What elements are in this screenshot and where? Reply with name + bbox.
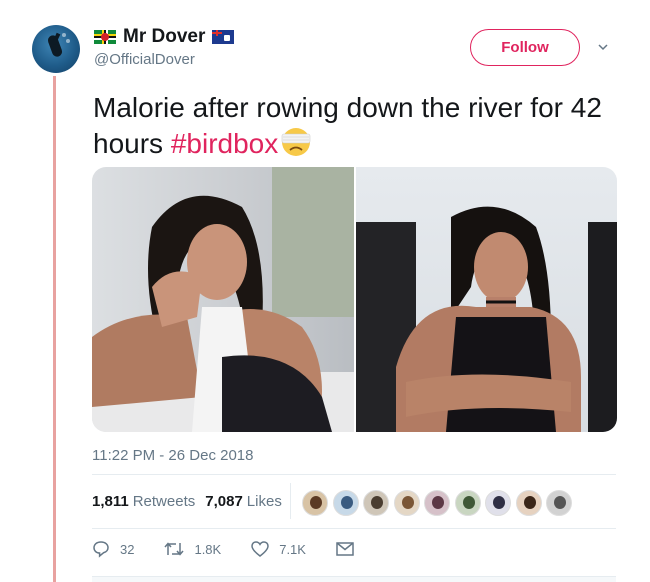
liker-avatar[interactable] bbox=[302, 490, 328, 516]
likes-count[interactable]: 7,087 bbox=[205, 493, 243, 510]
reply-button[interactable]: 32 bbox=[92, 540, 134, 558]
retweet-button[interactable]: 1.8K bbox=[164, 541, 221, 557]
photo-right[interactable] bbox=[356, 167, 617, 432]
engagement-stats: 1,811 Retweets 7,087 Likes bbox=[92, 493, 292, 510]
hashtag-link[interactable]: #birdbox bbox=[171, 128, 278, 159]
action-bar: 32 1.8K 7.1K bbox=[92, 540, 394, 558]
reply-box[interactable] bbox=[92, 576, 616, 582]
montserrat-flag-icon bbox=[212, 30, 235, 44]
stats-divider bbox=[290, 483, 291, 519]
avatar[interactable] bbox=[32, 25, 80, 73]
photo-left-illustration bbox=[92, 167, 354, 432]
likes-label[interactable]: Likes bbox=[247, 493, 282, 510]
liker-avatar-face bbox=[523, 496, 536, 509]
author-name-row[interactable]: Mr Dover bbox=[94, 25, 235, 49]
liker-avatar-face bbox=[554, 496, 566, 509]
thread-line bbox=[53, 76, 56, 582]
liker-avatar-face bbox=[401, 496, 414, 509]
liker-avatar-face bbox=[340, 496, 353, 509]
liker-avatar[interactable] bbox=[393, 490, 420, 516]
retweets-label[interactable]: Retweets bbox=[133, 493, 196, 510]
reply-count: 32 bbox=[120, 541, 135, 557]
display-name[interactable]: Mr Dover bbox=[123, 26, 205, 48]
retweet-count: 1.8K bbox=[194, 541, 222, 557]
direct-message-button[interactable] bbox=[336, 542, 364, 556]
liker-avatars[interactable] bbox=[302, 490, 577, 516]
retweet-icon bbox=[164, 542, 185, 556]
liker-avatar-face bbox=[462, 496, 475, 509]
photo-right-illustration bbox=[356, 206, 617, 432]
retweets-count[interactable]: 1,811 bbox=[92, 493, 129, 510]
tweet-text: Malorie after rowing down the river for … bbox=[93, 90, 623, 162]
heart-icon bbox=[251, 541, 269, 557]
liker-avatar[interactable] bbox=[485, 490, 511, 516]
dominica-flag-icon bbox=[94, 30, 116, 44]
media-grid[interactable] bbox=[92, 167, 617, 432]
like-count: 7.1K bbox=[279, 541, 306, 557]
like-button[interactable]: 7.1K bbox=[251, 541, 306, 557]
envelope-icon bbox=[336, 542, 354, 556]
blindfolded-face-emoji-icon bbox=[281, 128, 311, 156]
liker-avatar[interactable] bbox=[515, 490, 542, 516]
bubble bbox=[66, 39, 70, 43]
tweet-timestamp[interactable]: 11:22 PM - 26 Dec 2018 bbox=[92, 447, 253, 464]
author-handle[interactable]: @OfficialDover bbox=[94, 51, 195, 68]
tweet-body: Malorie after rowing down the river for … bbox=[93, 92, 602, 159]
liker-avatar-face bbox=[371, 496, 383, 509]
reply-icon bbox=[93, 541, 109, 558]
liker-avatar[interactable] bbox=[424, 490, 450, 516]
divider bbox=[92, 474, 616, 475]
liker-avatar-face bbox=[310, 496, 322, 509]
liker-avatar-face bbox=[432, 496, 444, 509]
divider bbox=[92, 528, 616, 529]
liker-avatar[interactable] bbox=[454, 490, 481, 516]
follow-button[interactable]: Follow bbox=[470, 29, 580, 66]
photo-left[interactable] bbox=[92, 167, 354, 432]
liker-avatar[interactable] bbox=[332, 490, 359, 516]
bubble bbox=[62, 33, 66, 37]
liker-avatar-face bbox=[493, 496, 505, 509]
liker-avatar[interactable] bbox=[363, 490, 389, 516]
chevron-down-icon[interactable] bbox=[598, 42, 608, 52]
liker-avatar[interactable] bbox=[546, 490, 572, 516]
